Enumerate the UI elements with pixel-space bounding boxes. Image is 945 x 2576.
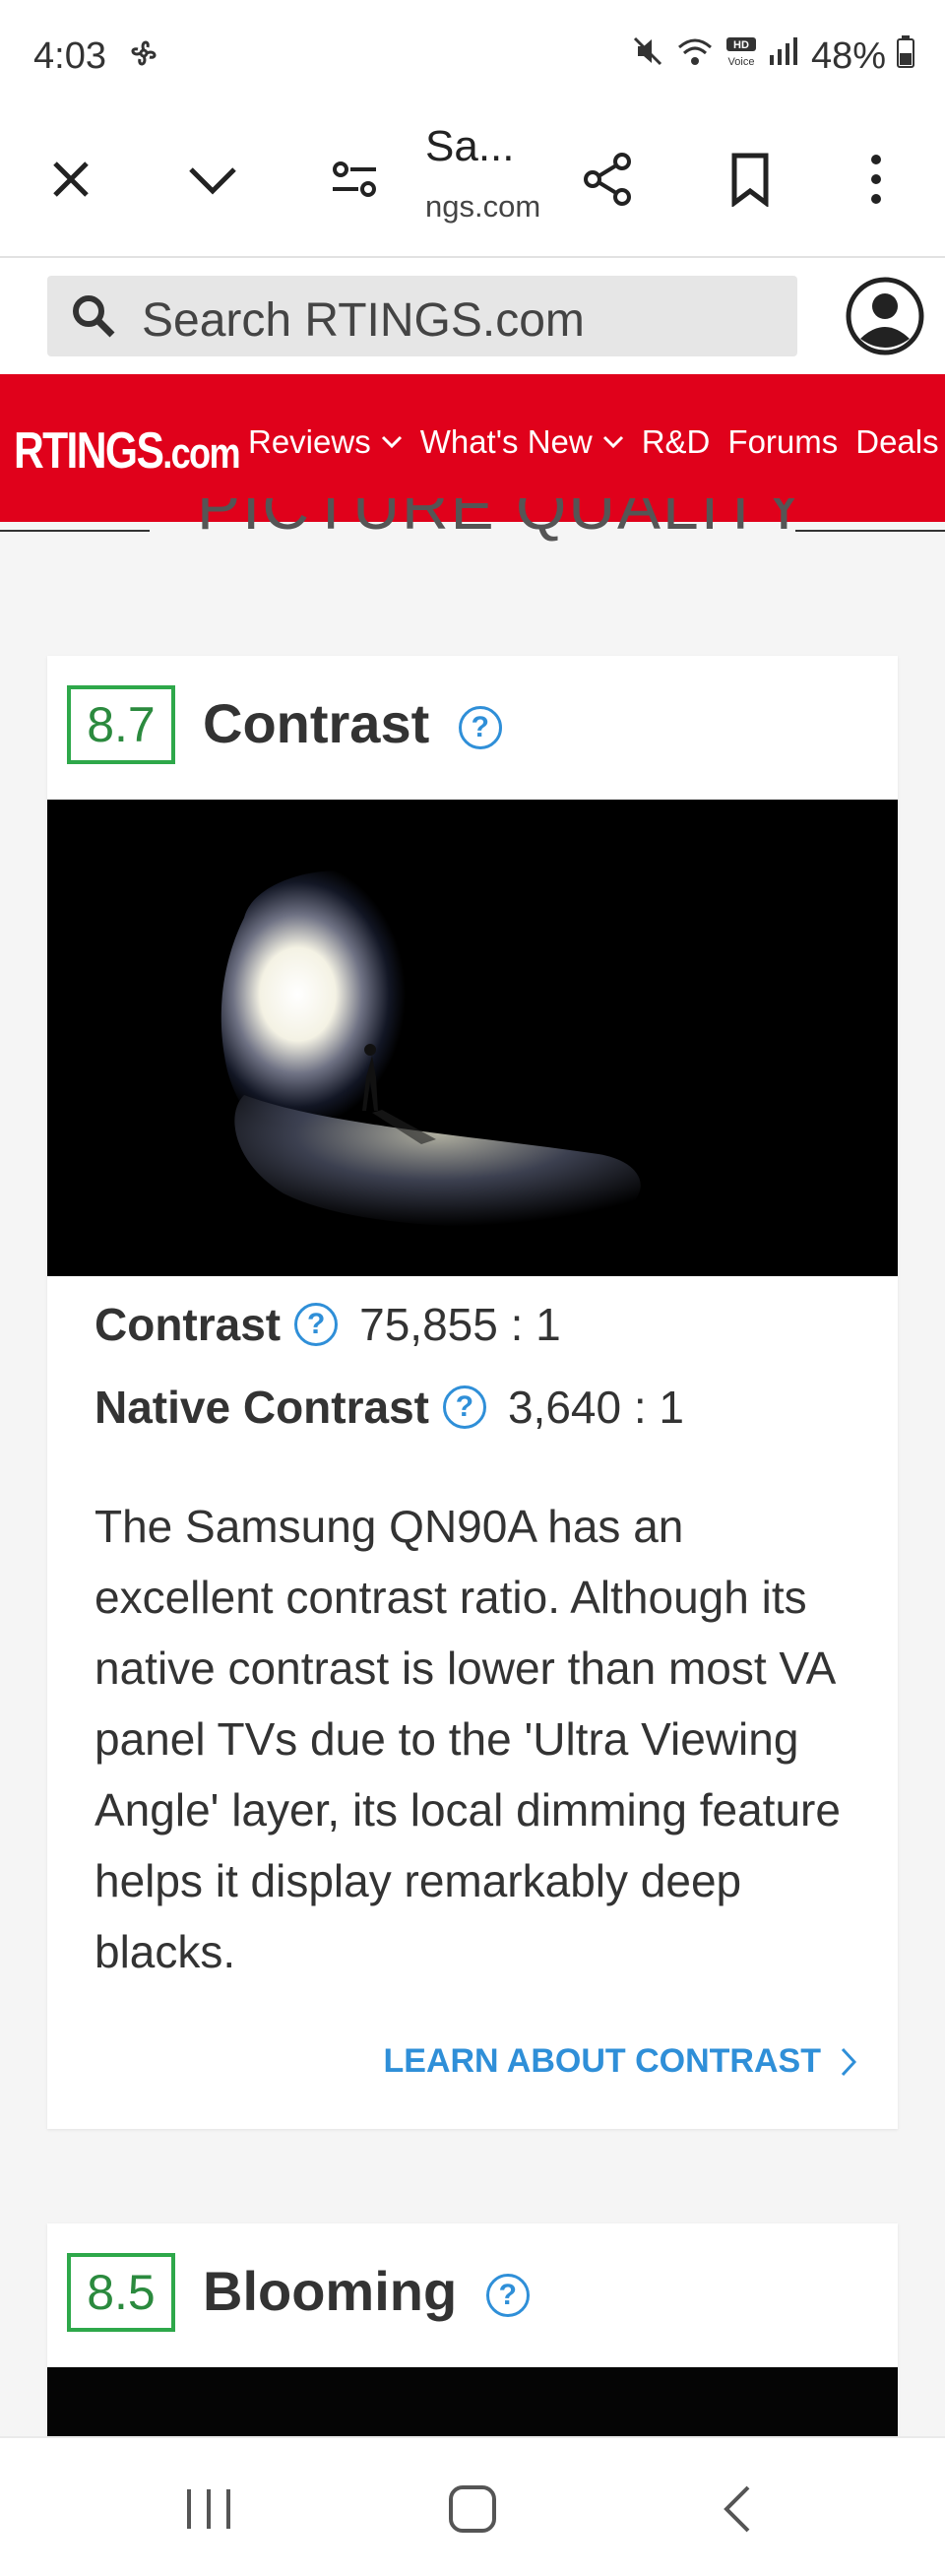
contrast-card: 8.7 Contrast ? Contrast ? 75,855: 1 Nat… <box>47 656 898 2129</box>
home-icon[interactable] <box>445 2481 500 2542</box>
status-icons: HD Voice 48% <box>630 33 915 79</box>
search-input[interactable]: Search RTINGS.com <box>47 276 797 356</box>
help-icon[interactable]: ? <box>294 1303 339 1346</box>
learn-link-label: LEARN ABOUT CONTRAST <box>383 2042 822 2080</box>
contrast-test-image <box>47 800 898 1276</box>
help-icon[interactable]: ? <box>442 1385 486 1429</box>
card-title-text: Blooming <box>203 2260 458 2322</box>
section-header: PICTURE QUALITY <box>0 498 945 557</box>
mute-icon <box>630 33 665 79</box>
score-badge: 8.5 <box>67 2253 175 2332</box>
svg-text:Voice: Voice <box>727 56 754 68</box>
battery-icon <box>896 33 915 79</box>
back-icon[interactable] <box>713 2481 768 2542</box>
tab-url[interactable]: ngs.com <box>425 189 540 225</box>
card-title: Blooming ? <box>203 2259 530 2323</box>
signal-icon <box>768 33 801 79</box>
search-placeholder: Search RTINGS.com <box>142 294 585 347</box>
rtings-logo[interactable]: RTINGS.com <box>14 421 241 481</box>
battery-text: 48% <box>810 34 886 77</box>
browser-toolbar: Sa... ngs.com <box>0 108 945 258</box>
tab-title[interactable]: Sa... <box>425 122 515 171</box>
native-contrast-metric: Native Contrast ? 3,640 : 1 <box>94 1381 684 1434</box>
card-title: Contrast ? <box>203 691 502 755</box>
metric-label: Native Contrast <box>94 1382 429 1433</box>
site-settings-icon[interactable] <box>313 138 396 221</box>
nav-item-label: What's New <box>419 423 593 460</box>
chevron-down-icon[interactable] <box>171 138 254 221</box>
hd-voice-icon: HD Voice <box>724 33 758 79</box>
chevron-down-icon <box>381 435 402 449</box>
nav-item-label: Reviews <box>248 423 371 460</box>
more-options-icon[interactable] <box>835 138 917 221</box>
nav-item-label: Deals <box>855 423 939 460</box>
nav-item-reviews[interactable]: Reviews <box>248 423 403 461</box>
recent-apps-icon[interactable] <box>181 2481 236 2542</box>
divider <box>795 530 945 532</box>
card-title-text: Contrast <box>203 692 430 754</box>
nav-items: Reviews What's New R&D Forums Deals M <box>248 423 945 461</box>
contrast-metric: Contrast ? 75,855 : 1 <box>94 1298 561 1351</box>
logo-suffix: .com <box>162 429 240 478</box>
metric-value: 3,640 : 1 <box>507 1382 685 1433</box>
help-icon[interactable]: ? <box>485 2274 530 2318</box>
svg-text:HD: HD <box>733 39 749 51</box>
nav-item-label: Forums <box>727 423 839 460</box>
logo-text: RTINGS <box>14 422 164 480</box>
close-icon[interactable] <box>30 138 112 221</box>
chevron-down-icon <box>602 435 623 449</box>
divider <box>0 530 150 532</box>
metric-value: 75,855 : 1 <box>359 1299 561 1350</box>
blooming-card: 8.5 Blooming ? <box>47 2223 898 2460</box>
nav-item-label: R&D <box>641 423 711 460</box>
nav-item-deals[interactable]: Deals <box>855 423 938 461</box>
status-bar: 4:03 HD Voice 48% <box>0 0 945 108</box>
nav-item-forums[interactable]: Forums <box>727 423 838 461</box>
fan-icon <box>126 35 161 76</box>
section-title: PICTURE QUALITY <box>197 498 808 543</box>
contrast-description: The Samsung QN90A has an excellent contr… <box>94 1501 841 1977</box>
metric-label: Contrast <box>94 1299 282 1350</box>
nav-item-whats-new[interactable]: What's New <box>420 423 624 461</box>
nav-item-rd[interactable]: R&D <box>642 423 711 461</box>
site-search-row: Search RTINGS.com <box>0 258 945 374</box>
status-time: 4:03 <box>33 35 106 77</box>
learn-about-contrast-link[interactable]: LEARN ABOUT CONTRAST <box>383 2042 856 2081</box>
help-icon[interactable]: ? <box>458 706 502 750</box>
system-nav-bar <box>0 2436 945 2576</box>
account-icon[interactable] <box>845 276 925 356</box>
search-icon <box>69 291 118 346</box>
wifi-icon <box>675 33 715 79</box>
chevron-right-icon <box>841 2047 856 2076</box>
share-icon[interactable] <box>567 138 650 221</box>
score-badge: 8.7 <box>67 685 175 764</box>
bookmark-icon[interactable] <box>709 138 791 221</box>
